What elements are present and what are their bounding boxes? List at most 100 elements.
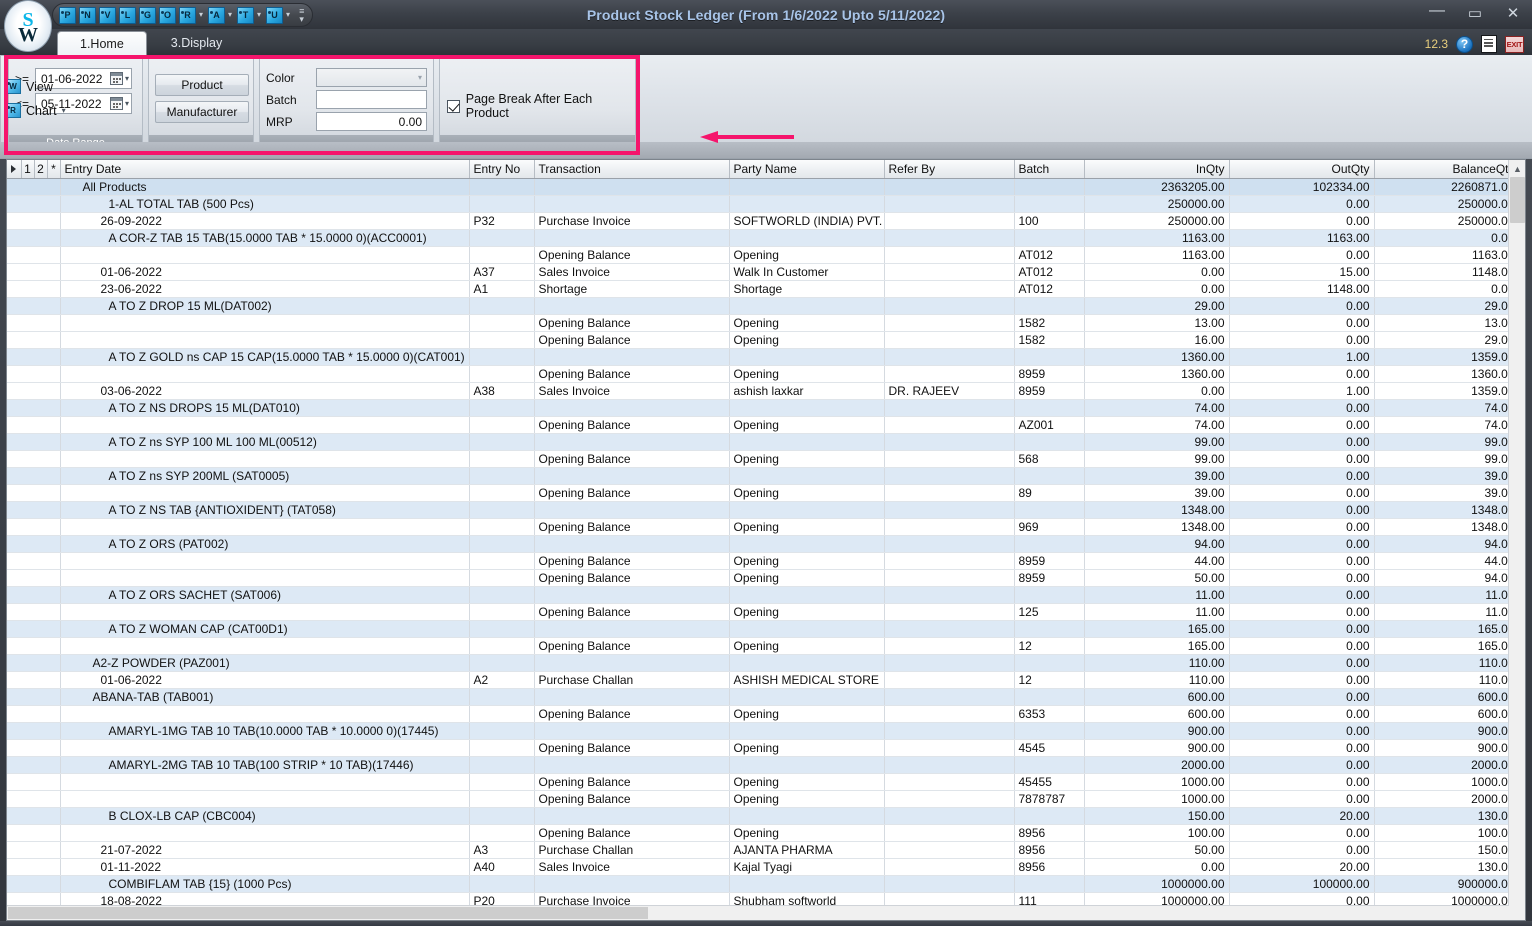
row-header-cell[interactable]	[7, 399, 61, 417]
vertical-scrollbar[interactable]: ▲	[1508, 160, 1525, 920]
table-row[interactable]: Opening Balance Opening 45455 1000.00 0.00 10…	[7, 773, 1520, 791]
chevron-down-icon[interactable]: ▾	[125, 74, 129, 83]
table-row[interactable]: All Products 2363205.00 102334.00 2260871.0…	[7, 178, 1520, 196]
table-row[interactable]: Opening Balance Opening 969 1348.00 0.00 1348…	[7, 518, 1520, 536]
vertical-scroll-thumb[interactable]	[1510, 177, 1525, 223]
row-header-cell[interactable]	[7, 705, 61, 723]
qat-item-v[interactable]: V	[99, 6, 116, 24]
chart-button[interactable]: R Chart ▾	[5, 103, 66, 118]
col-transaction[interactable]: Transaction	[534, 160, 730, 179]
table-row[interactable]: AMARYL-1MG TAB 10 TAB(10.0000 TAB * 10.0…	[7, 722, 1520, 740]
table-row[interactable]: Opening Balance Opening 7878787 1000.00 0.00…	[7, 790, 1520, 808]
row-header-cell[interactable]	[7, 824, 61, 842]
table-row[interactable]: 1-AL TOTAL TAB (500 Pcs) 250000.00 0.00 250…	[7, 195, 1520, 213]
table-row[interactable]: 01-06-2022 A37 Sales Invoice Walk In Custom…	[7, 263, 1520, 281]
col-level-1[interactable]: 1	[21, 160, 35, 179]
row-header-cell[interactable]	[7, 739, 61, 757]
table-row[interactable]: A TO Z ORS (PAT002) 94.00 0.00 94.00	[7, 535, 1520, 553]
table-row[interactable]: Opening Balance Opening 89 39.00 0.00 39.00	[7, 484, 1520, 502]
col-outqty[interactable]: OutQty	[1229, 160, 1375, 179]
table-row[interactable]: Opening Balance Opening 1582 16.00 0.00 29.00	[7, 331, 1520, 349]
chevron-down-icon[interactable]: ▾	[199, 11, 203, 19]
row-header-cell[interactable]	[7, 688, 61, 706]
qat-item-r[interactable]: R ▾	[179, 6, 205, 24]
col-entry-no[interactable]: Entry No	[469, 160, 535, 179]
table-row[interactable]: A TO Z ns SYP 100 ML 100 ML(00512) 99.00 0…	[7, 433, 1520, 451]
row-header-cell[interactable]	[7, 501, 61, 519]
row-header-cell[interactable]	[7, 331, 61, 349]
product-button[interactable]: Product	[155, 74, 249, 96]
row-header-cell[interactable]	[7, 280, 61, 298]
chevron-down-icon[interactable]: ▾	[228, 11, 232, 19]
table-row[interactable]: Opening Balance Opening 4545 900.00 0.00 900.…	[7, 739, 1520, 757]
row-header-cell[interactable]	[7, 450, 61, 468]
qat-item-a[interactable]: A ▾	[208, 6, 234, 24]
table-row[interactable]: Opening Balance Opening 125 11.00 0.00 11.00	[7, 603, 1520, 621]
tab-home[interactable]: 1.Home	[57, 31, 147, 55]
tab-display[interactable]: 3.Display	[149, 31, 244, 55]
row-header-cell[interactable]	[7, 620, 61, 638]
table-row[interactable]: A COR-Z TAB 15 TAB(15.0000 TAB * 15.0000…	[7, 229, 1520, 247]
table-row[interactable]: A TO Z WOMAN CAP (CAT00D1) 165.00 0.00 165.…	[7, 620, 1520, 638]
table-row[interactable]: ABANA-TAB (TAB001) 600.00 0.00 600.00	[7, 688, 1520, 706]
table-row[interactable]: Opening Balance Opening AT012 1163.00 0.00 11…	[7, 246, 1520, 264]
col-inqty[interactable]: InQty	[1084, 160, 1230, 179]
table-row[interactable]: Opening Balance Opening AZ001 74.00 0.00 74.0…	[7, 416, 1520, 434]
table-row[interactable]: 01-06-2022 A2 Purchase Challan ASHISH MEDIC…	[7, 671, 1520, 689]
chevron-down-icon[interactable]: ▾	[62, 106, 66, 115]
page-break-checkbox[interactable]	[447, 99, 460, 113]
row-header-cell[interactable]	[7, 433, 61, 451]
chevron-down-icon[interactable]: ▾	[125, 99, 129, 108]
col-party-name[interactable]: Party Name	[729, 160, 885, 179]
calendar-icon[interactable]	[109, 97, 123, 110]
table-row[interactable]: A TO Z GOLD ns CAP 15 CAP(15.0000 TAB * …	[7, 348, 1520, 366]
row-header-cell[interactable]	[7, 841, 61, 859]
table-row[interactable]: Opening Balance Opening 8959 1360.00 0.00 136…	[7, 365, 1520, 383]
maximize-button[interactable]: ▭	[1464, 5, 1486, 23]
table-row[interactable]: AMARYL-2MG TAB 10 TAB(100 STRIP * 10 TAB…	[7, 756, 1520, 774]
table-row[interactable]: Opening Balance Opening 8956 100.00 0.00 100.…	[7, 824, 1520, 842]
qat-item-u[interactable]: U ▾	[266, 6, 292, 24]
table-row[interactable]: 23-06-2022 A1 Shortage Shortage AT012 0.00 114…	[7, 280, 1520, 298]
mrp-input[interactable]: 0.00	[316, 112, 427, 131]
table-row[interactable]: A TO Z ns SYP 200ML (SAT0005) 39.00 0.00 39…	[7, 467, 1520, 485]
row-header-cell[interactable]	[7, 756, 61, 774]
row-header-cell[interactable]	[7, 484, 61, 502]
row-header-cell[interactable]	[7, 365, 61, 383]
col-refer-by[interactable]: Refer By	[884, 160, 1015, 179]
table-row[interactable]: 03-06-2022 A38 Sales Invoice ashish laxkar D…	[7, 382, 1520, 400]
table-row[interactable]: Opening Balance Opening 8959 44.00 0.00 44.00	[7, 552, 1520, 570]
table-row[interactable]: Opening Balance Opening 8959 50.00 0.00 94.00	[7, 569, 1520, 587]
scroll-up-icon[interactable]: ▲	[1509, 160, 1525, 177]
row-header-cell[interactable]	[7, 246, 61, 264]
col-balanceqty[interactable]: BalanceQty	[1374, 160, 1520, 179]
col-entry-date[interactable]: Entry Date	[60, 160, 470, 179]
chevron-down-icon[interactable]: ▾	[418, 73, 422, 82]
row-header-cell[interactable]	[7, 382, 61, 400]
row-header-cell[interactable]	[7, 654, 61, 672]
close-button[interactable]: ✕	[1502, 5, 1524, 23]
row-header-cell[interactable]	[7, 858, 61, 876]
table-row[interactable]: A TO Z DROP 15 ML(DAT002) 29.00 0.00 29.00	[7, 297, 1520, 315]
row-header-cell[interactable]	[7, 518, 61, 536]
document-icon[interactable]	[1481, 35, 1497, 53]
table-row[interactable]: A TO Z ORS SACHET (SAT006) 11.00 0.00 11.00	[7, 586, 1520, 604]
batch-input[interactable]	[316, 90, 427, 109]
color-select[interactable]: ▾	[316, 68, 427, 87]
row-header-cell[interactable]	[7, 790, 61, 808]
table-row[interactable]: COMBIFLAM TAB {15} (1000 Pcs) 1000000.00 1…	[7, 875, 1520, 893]
qat-item-t[interactable]: T ▾	[237, 6, 263, 24]
row-header-cell[interactable]	[7, 552, 61, 570]
page-break-row[interactable]: Page Break After Each Product	[447, 92, 635, 120]
col-batch[interactable]: Batch	[1014, 160, 1085, 179]
row-header-cell[interactable]	[7, 263, 61, 281]
row-header-cell[interactable]	[7, 229, 61, 247]
table-row[interactable]: B CLOX-LB CAP (CBC004) 150.00 20.00 130.00	[7, 807, 1520, 825]
row-header-cell[interactable]	[7, 807, 61, 825]
row-header-cell[interactable]	[7, 416, 61, 434]
chevron-down-icon[interactable]: ▾	[286, 11, 290, 19]
row-header-cell[interactable]	[7, 178, 61, 196]
col-level-all[interactable]: *	[47, 160, 61, 179]
table-row[interactable]: A TO Z NS TAB {ANTIOXIDENT} (TAT058) 1348…	[7, 501, 1520, 519]
row-header-cell[interactable]	[7, 467, 61, 485]
